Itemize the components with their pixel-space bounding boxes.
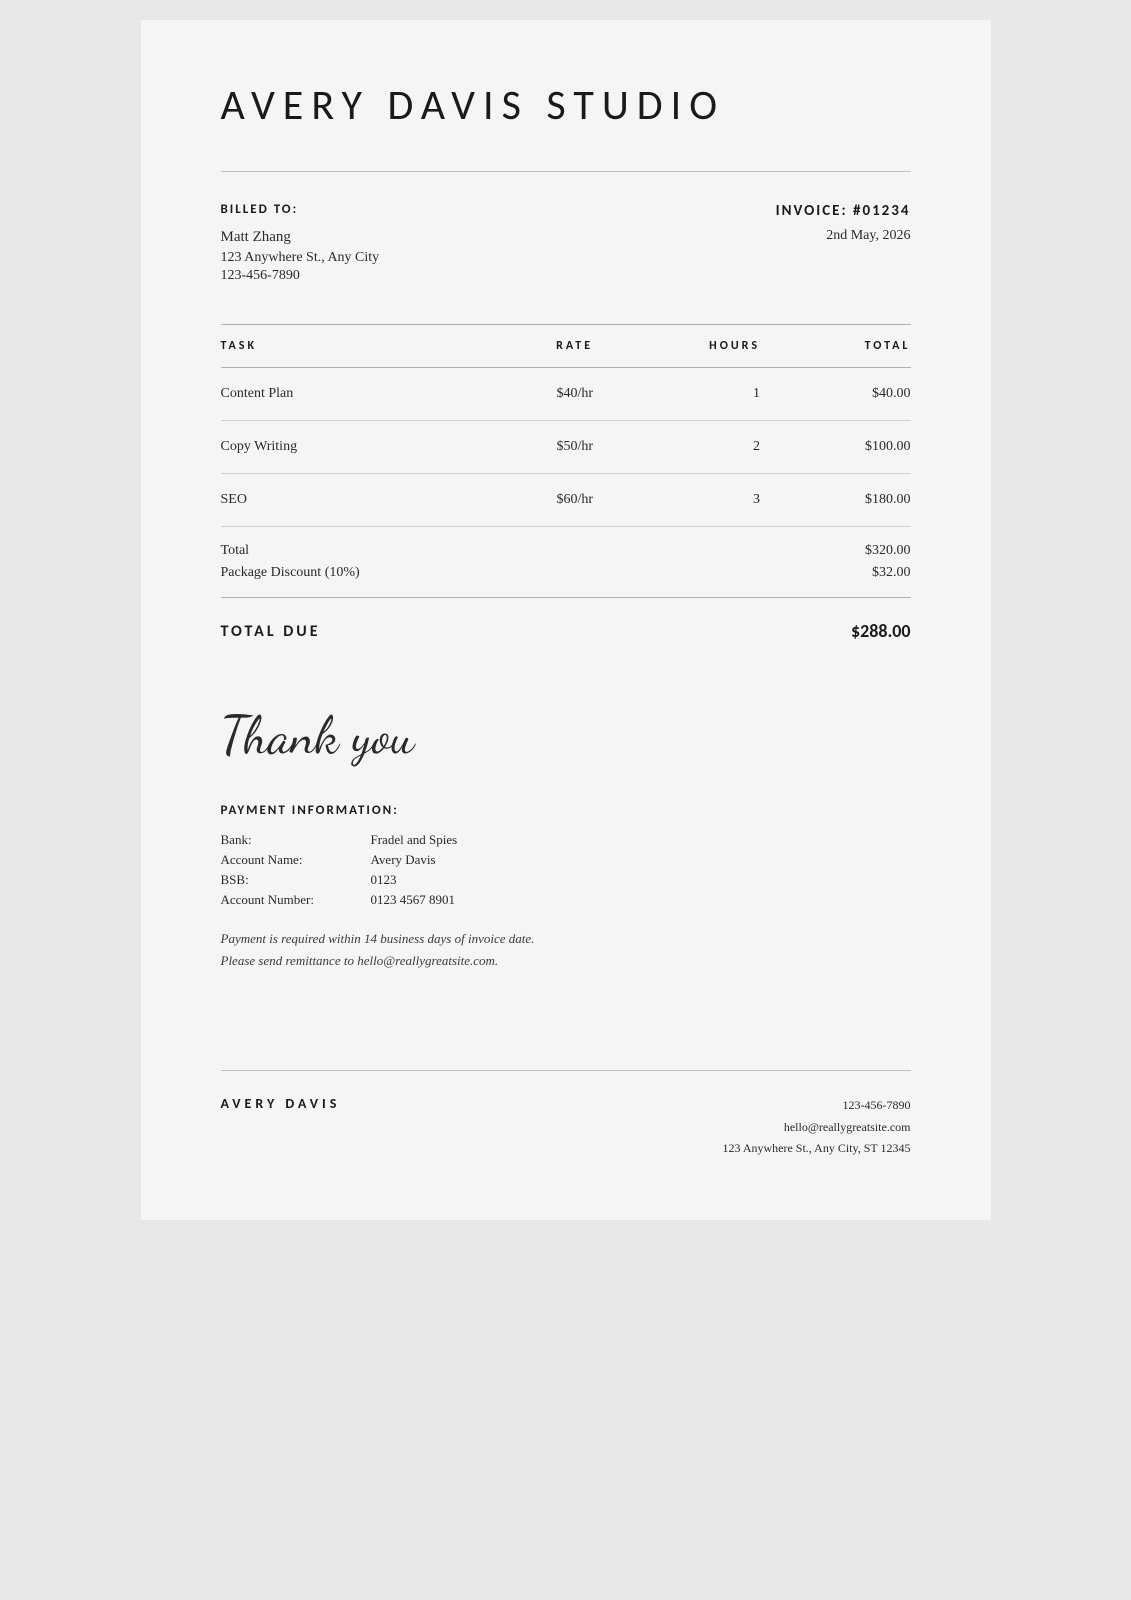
thank-you-text: Thank you: [221, 704, 911, 767]
header-section: AVERY DAVIS STUDIO: [221, 80, 911, 131]
client-phone: 123-456-7890: [221, 268, 776, 284]
row-rate-0: $40/hr: [472, 368, 593, 421]
bank-value: Fradel and Spies: [371, 832, 911, 848]
payment-section-label: PAYMENT INFORMATION:: [221, 803, 911, 818]
row-total-1: $100.00: [760, 421, 911, 474]
billed-to-block: BILLED TO: Matt Zhang 123 Anywhere St., …: [221, 202, 776, 284]
row-rate-1: $50/hr: [472, 421, 593, 474]
invoice-date: 2nd May, 2026: [776, 228, 911, 244]
footer-contact: 123-456-7890 hello@reallygreatsite.com 1…: [722, 1095, 910, 1160]
payment-section: PAYMENT INFORMATION: Bank: Fradel and Sp…: [221, 803, 911, 972]
billed-to-label: BILLED TO:: [221, 202, 776, 217]
table-row: Content Plan $40/hr 1 $40.00: [221, 368, 911, 421]
row-hours-2: 3: [593, 474, 760, 527]
col-header-task: TASK: [221, 325, 472, 368]
subtotal-total-row: Total $320.00: [221, 543, 911, 559]
account-name-key: Account Name:: [221, 852, 371, 868]
table-row: SEO $60/hr 3 $180.00: [221, 474, 911, 527]
top-divider: [221, 171, 911, 172]
total-due-value: $288.00: [851, 620, 911, 642]
table-header-row: TASK RATE HOURS TOTAL: [221, 325, 911, 368]
footer-section: AVERY DAVIS 123-456-7890 hello@reallygre…: [221, 1095, 911, 1160]
subtotal-total-label: Total: [221, 543, 250, 559]
studio-name: AVERY DAVIS STUDIO: [221, 80, 911, 131]
invoice-page: AVERY DAVIS STUDIO BILLED TO: Matt Zhang…: [141, 20, 991, 1220]
row-task-0: Content Plan: [221, 368, 472, 421]
footer-address: 123 Anywhere St., Any City, ST 12345: [722, 1138, 910, 1160]
invoice-number: INVOICE: #01234: [776, 202, 911, 220]
billing-section: BILLED TO: Matt Zhang 123 Anywhere St., …: [221, 202, 911, 284]
account-name-value: Avery Davis: [371, 852, 911, 868]
col-header-total: TOTAL: [760, 325, 911, 368]
row-total-2: $180.00: [760, 474, 911, 527]
client-name: Matt Zhang: [221, 229, 776, 246]
row-task-1: Copy Writing: [221, 421, 472, 474]
footer-name: AVERY DAVIS: [221, 1095, 341, 1112]
bsb-value: 0123: [371, 872, 911, 888]
subtotal-discount-value: $32.00: [872, 565, 911, 581]
subtotal-total-value: $320.00: [865, 543, 911, 559]
row-hours-0: 1: [593, 368, 760, 421]
footer-phone: 123-456-7890: [722, 1095, 910, 1117]
row-rate-2: $60/hr: [472, 474, 593, 527]
payment-note: Payment is required within 14 business d…: [221, 928, 911, 972]
payment-note-line1: Payment is required within 14 business d…: [221, 928, 911, 950]
invoice-table: TASK RATE HOURS TOTAL Content Plan $40/h…: [221, 324, 911, 527]
total-due-label: TOTAL DUE: [221, 622, 321, 641]
total-due-section: TOTAL DUE $288.00: [221, 598, 911, 664]
footer-email: hello@reallygreatsite.com: [722, 1117, 910, 1139]
row-task-2: SEO: [221, 474, 472, 527]
client-address: 123 Anywhere St., Any City: [221, 250, 776, 266]
col-header-hours: HOURS: [593, 325, 760, 368]
account-number-key: Account Number:: [221, 892, 371, 908]
subtotal-discount-label: Package Discount (10%): [221, 565, 360, 581]
row-total-0: $40.00: [760, 368, 911, 421]
subtotal-discount-row: Package Discount (10%) $32.00: [221, 565, 911, 581]
account-number-value: 0123 4567 8901: [371, 892, 911, 908]
row-hours-1: 2: [593, 421, 760, 474]
payment-grid: Bank: Fradel and Spies Account Name: Ave…: [221, 832, 911, 908]
subtotal-section: Total $320.00 Package Discount (10%) $32…: [221, 527, 911, 598]
payment-note-line2: Please send remittance to hello@reallygr…: [221, 950, 911, 972]
footer-divider: [221, 1070, 911, 1071]
bank-key: Bank:: [221, 832, 371, 848]
bsb-key: BSB:: [221, 872, 371, 888]
table-row: Copy Writing $50/hr 2 $100.00: [221, 421, 911, 474]
col-header-rate: RATE: [472, 325, 593, 368]
invoice-info-block: INVOICE: #01234 2nd May, 2026: [776, 202, 911, 284]
